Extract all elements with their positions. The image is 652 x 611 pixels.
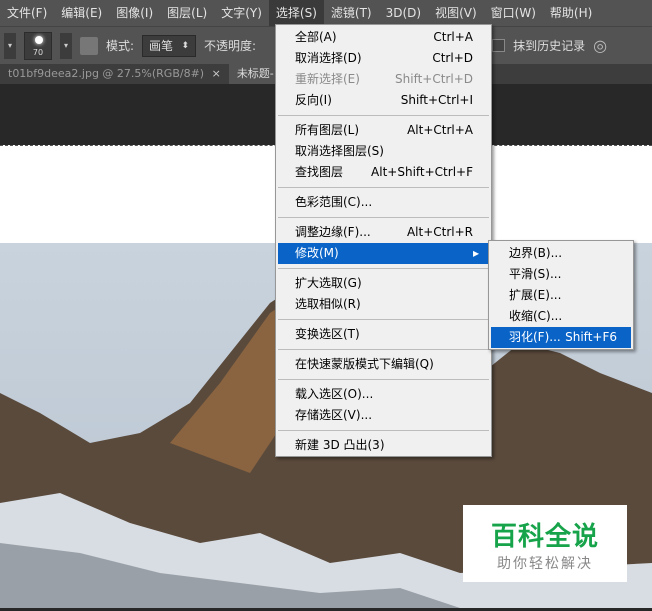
menu-separator <box>278 430 489 431</box>
menu-separator <box>278 115 489 116</box>
menu-item[interactable]: 变换选区(T) <box>276 324 491 345</box>
tab-title: t01bf9deea2.jpg @ 27.5%(RGB/8#) <box>8 67 205 80</box>
menu-separator <box>278 349 489 350</box>
menu-item[interactable]: 查找图层 Alt+Shift+Ctrl+F <box>276 162 491 183</box>
menu-item-label: 羽化(F)... <box>509 330 561 344</box>
menu-item[interactable]: 调整边缘(F)... Alt+Ctrl+R <box>276 222 491 243</box>
menu-2[interactable]: 图像(I) <box>109 0 160 26</box>
menu-7[interactable]: 3D(D) <box>379 0 428 26</box>
menu-item-shortcut: Alt+Ctrl+R <box>406 225 473 239</box>
menu-item-label: 反向(I) <box>295 93 332 107</box>
menu-item-label: 新建 3D 凸出(3) <box>295 438 385 452</box>
menu-item-label: 调整边缘(F)... <box>295 225 371 239</box>
menu-item[interactable]: 平滑(S)... <box>489 264 633 285</box>
menu-item[interactable]: 收缩(C)... <box>489 306 633 327</box>
menu-item[interactable]: 在快速蒙版模式下编辑(Q) <box>276 354 491 375</box>
menu-item-label: 色彩范围(C)... <box>295 195 373 209</box>
menu-item-label: 收缩(C)... <box>509 309 563 323</box>
menu-item-shortcut: Ctrl+D <box>432 51 473 65</box>
menu-item-label: 变换选区(T) <box>295 327 360 341</box>
menu-item-label: 存储选区(V)... <box>295 408 373 422</box>
watermark-title: 百科全说 <box>490 522 599 552</box>
watermark-logo: 百科全说 助你轻松解决 <box>463 505 627 582</box>
tab-document[interactable]: t01bf9deea2.jpg @ 27.5%(RGB/8#) × <box>0 64 229 84</box>
menu-item-label: 取消选择(D) <box>295 51 362 65</box>
menu-0[interactable]: 文件(F) <box>0 0 54 26</box>
select-menu: 全部(A) Ctrl+A 取消选择(D) Ctrl+D 重新选择(E) Shift+Ctr… <box>275 24 492 457</box>
menu-item[interactable]: 全部(A) Ctrl+A <box>276 27 491 48</box>
menu-10[interactable]: 帮助(H) <box>543 0 599 26</box>
mode-value: 画笔 <box>149 38 174 53</box>
menu-item-label: 在快速蒙版模式下编辑(Q) <box>295 357 434 371</box>
menu-item-label: 重新选择(E) <box>295 72 360 86</box>
history-label: 抹到历史记录 <box>513 39 586 53</box>
menu-item[interactable]: 修改(M) ▸ <box>278 243 489 264</box>
menu-item-shortcut: Shift+F6 <box>565 330 617 344</box>
mode-label: 模式: <box>106 39 135 53</box>
tool-preset-dropdown[interactable]: ▾ <box>4 32 16 59</box>
menu-item-label: 选取相似(R) <box>295 297 361 311</box>
menu-item[interactable]: 存储选区(V)... <box>276 405 491 426</box>
menu-8[interactable]: 视图(V) <box>428 0 484 26</box>
menu-4[interactable]: 文字(Y) <box>214 0 269 26</box>
menu-item-label: 修改(M) <box>295 246 339 260</box>
menu-5[interactable]: 选择(S) <box>268 0 324 26</box>
menu-item[interactable]: 取消选择图层(S) <box>276 141 491 162</box>
menu-item[interactable]: 扩展(E)... <box>489 285 633 306</box>
menu-item[interactable]: 取消选择(D) Ctrl+D <box>276 48 491 69</box>
menu-separator <box>278 187 489 188</box>
menu-item-shortcut: Ctrl+A <box>433 30 473 44</box>
menu-item-shortcut: Shift+Ctrl+I <box>400 93 473 107</box>
menu-separator <box>278 217 489 218</box>
menu-item[interactable]: 羽化(F)... Shift+F6 <box>491 327 631 348</box>
menu-6[interactable]: 滤镜(T) <box>324 0 379 26</box>
menu-item-label: 全部(A) <box>295 30 337 44</box>
menu-item[interactable]: 载入选区(O)... <box>276 384 491 405</box>
menu-item-label: 载入选区(O)... <box>295 387 374 401</box>
menu-item-shortcut: Shift+Ctrl+D <box>395 72 473 86</box>
menu-item-label: 扩大选取(G) <box>295 276 362 290</box>
opacity-label: 不透明度: <box>204 39 257 53</box>
tab-untitled[interactable]: 未标题- <box>228 64 282 84</box>
menu-item-shortcut: Alt+Shift+Ctrl+F <box>371 165 473 179</box>
menu-item[interactable]: 新建 3D 凸出(3) <box>276 435 491 456</box>
menu-item[interactable]: 反向(I) Shift+Ctrl+I <box>276 90 491 111</box>
menu-item-label: 所有图层(L) <box>295 123 360 137</box>
modify-submenu: 边界(B)... 平滑(S)... 扩展(E)... 收缩(C)... 羽化(F)...… <box>488 240 634 350</box>
menu-item-label: 查找图层 <box>295 165 344 179</box>
menu-item-label: 平滑(S)... <box>509 267 562 281</box>
menu-separator <box>278 379 489 380</box>
menu-item[interactable]: 边界(B)... <box>489 243 633 264</box>
menu-item-label: 边界(B)... <box>509 246 563 260</box>
menu-item-shortcut: ▸ <box>472 246 479 260</box>
menu-item[interactable]: 选取相似(R) <box>276 294 491 315</box>
mode-select[interactable]: 画笔 ⬍ <box>142 34 197 57</box>
watermark-subtitle: 助你轻松解决 <box>497 556 593 572</box>
menu-item-label: 取消选择图层(S) <box>295 144 384 158</box>
menu-item-shortcut: Alt+Ctrl+A <box>407 123 473 137</box>
menu-item[interactable]: 色彩范围(C)... <box>276 192 491 213</box>
history-checkbox[interactable] <box>492 39 506 52</box>
menu-9[interactable]: 窗口(W) <box>484 0 543 26</box>
brush-size-picker[interactable]: 70 <box>24 31 52 60</box>
menu-item-label: 扩展(E)... <box>509 288 562 302</box>
menu-1[interactable]: 编辑(E) <box>54 0 109 26</box>
menu-separator <box>278 268 489 269</box>
menu-item[interactable]: 扩大选取(G) <box>276 273 491 294</box>
close-icon[interactable]: × <box>212 67 221 80</box>
menu-item[interactable]: 所有图层(L) Alt+Ctrl+A <box>276 120 491 141</box>
menu-3[interactable]: 图层(L) <box>160 0 214 26</box>
brush-panel-icon[interactable] <box>80 36 98 55</box>
menubar: 文件(F) 编辑(E) 图像(I) 图层(L) 文字(Y) 选择(S) 滤镜(T) 3D(D)… <box>0 0 652 26</box>
pressure-icon[interactable]: ◎ <box>593 36 607 55</box>
menu-item[interactable]: 重新选择(E) Shift+Ctrl+D <box>276 69 491 90</box>
menu-separator <box>278 319 489 320</box>
brush-dropdown[interactable]: ▾ <box>60 32 72 59</box>
